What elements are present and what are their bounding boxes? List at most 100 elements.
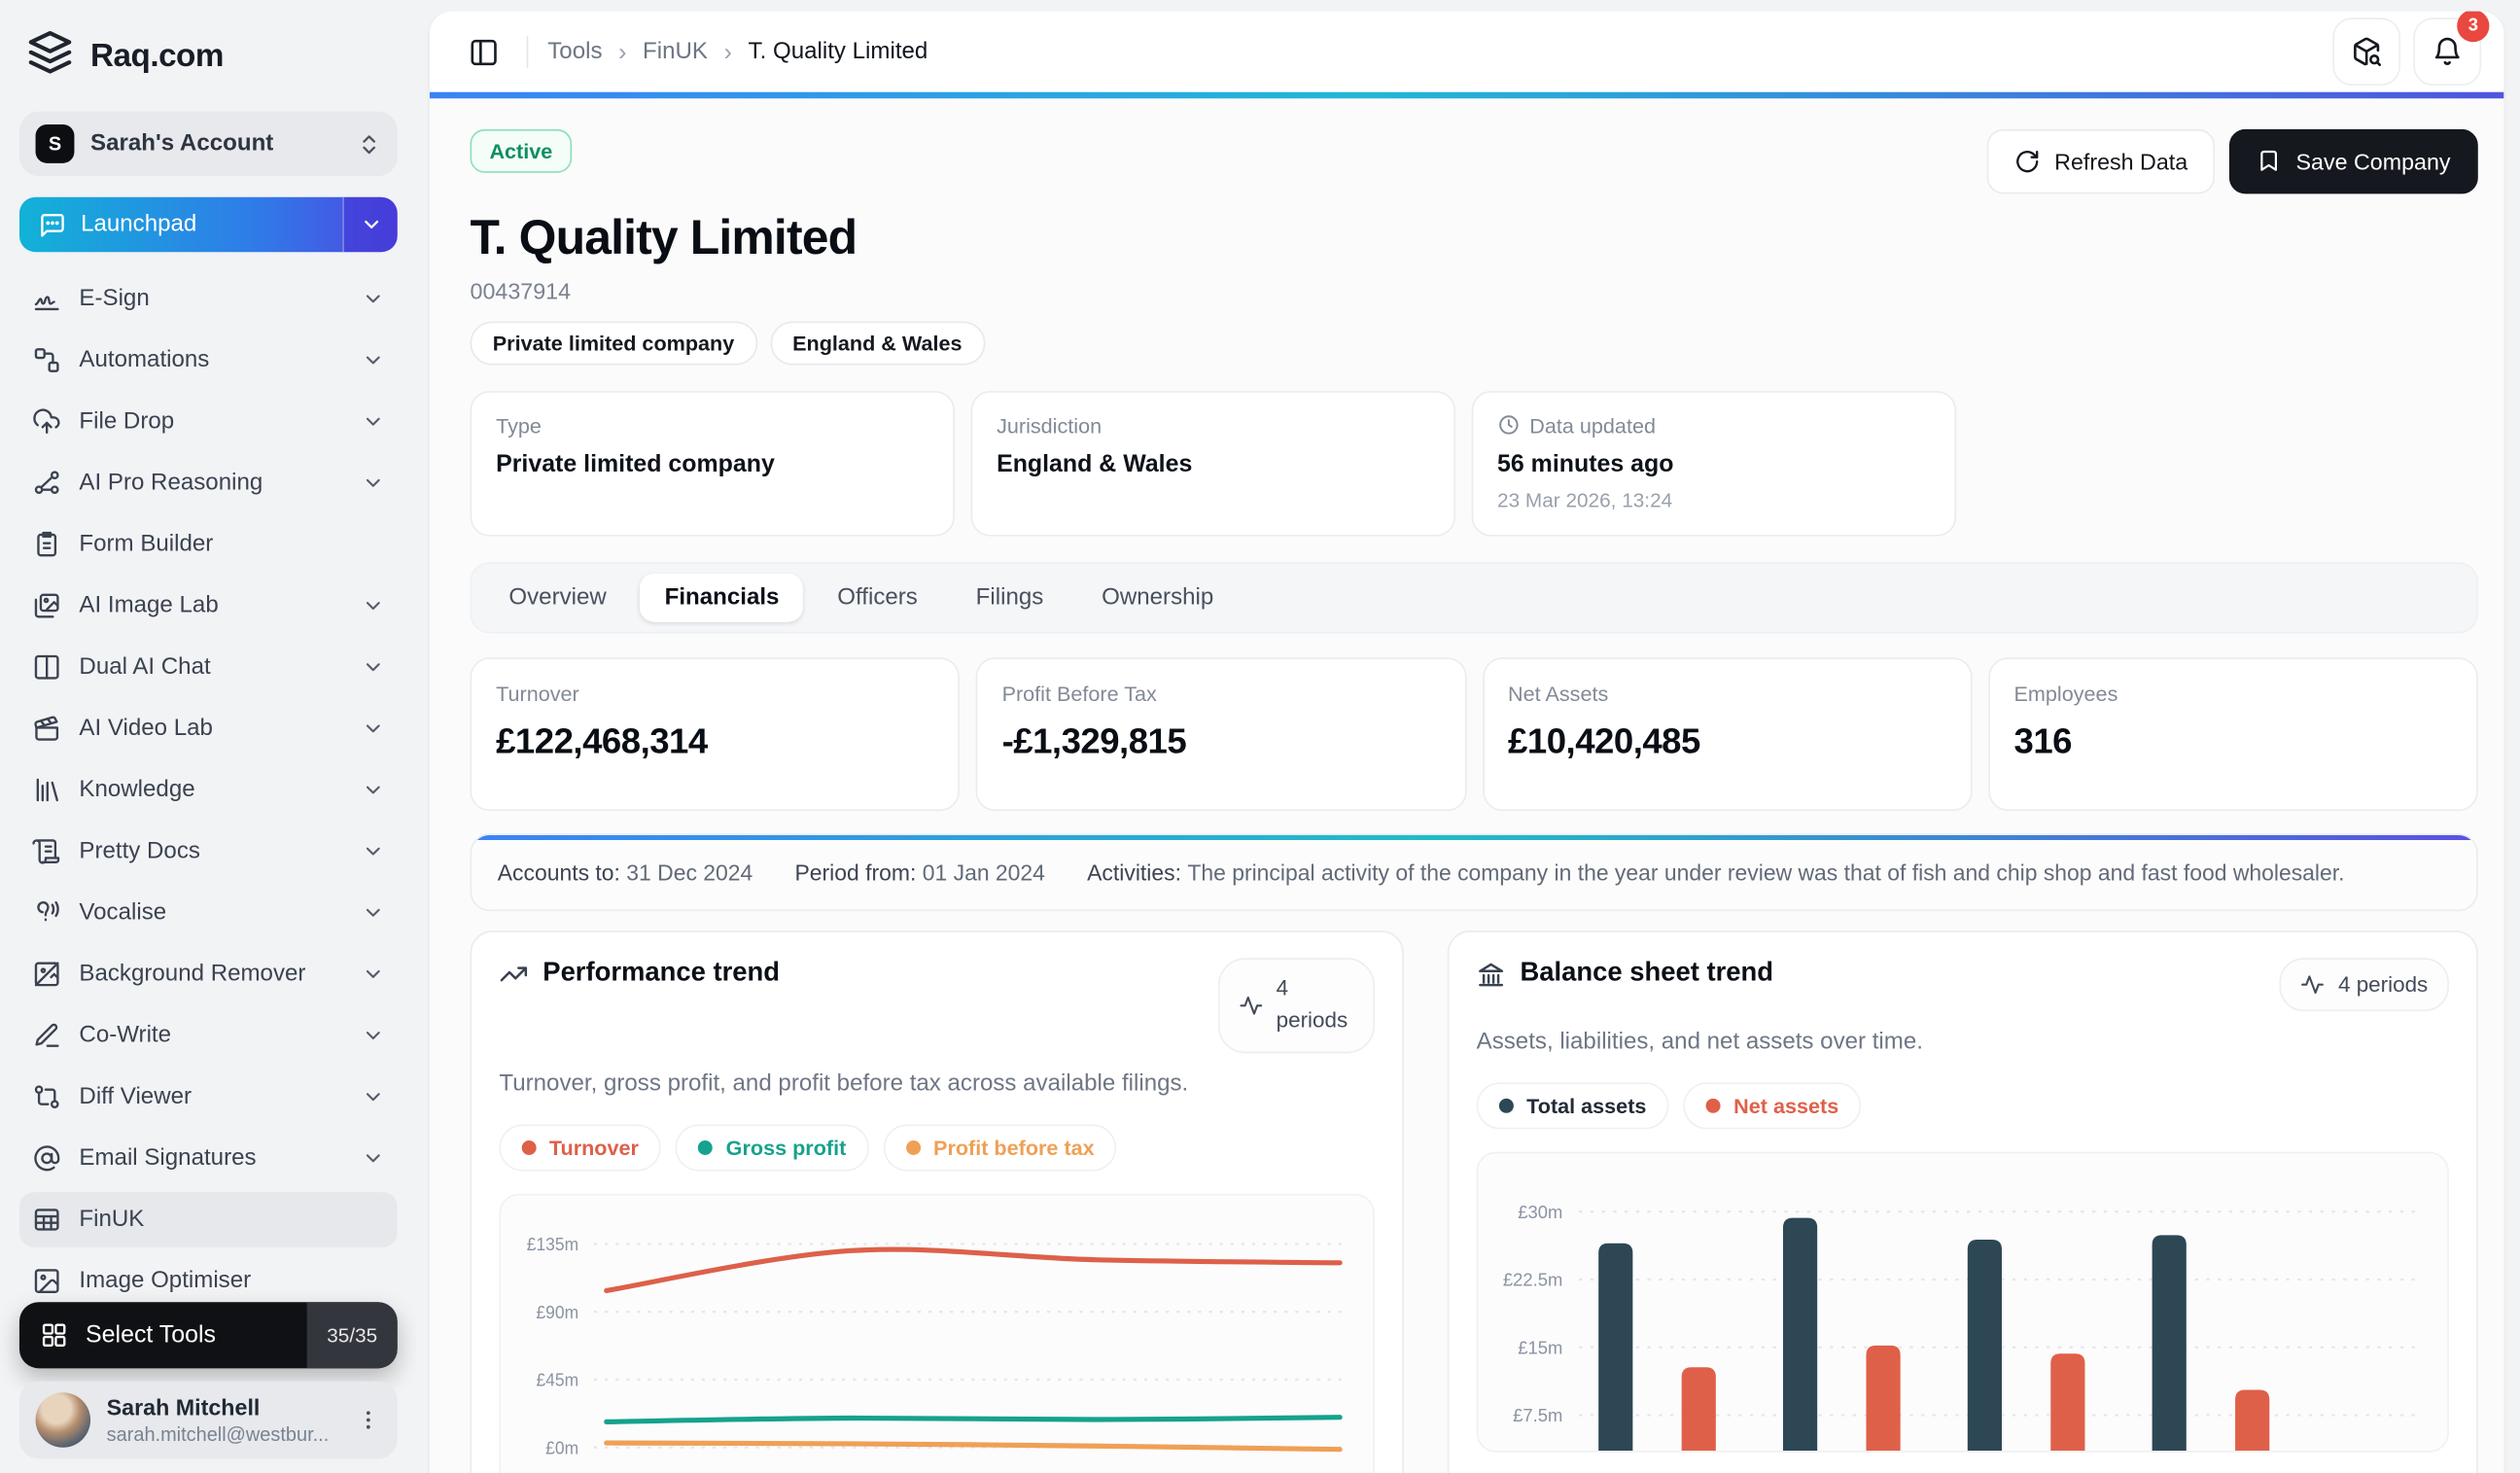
sidebar-item-co-write[interactable]: Co-Write xyxy=(19,1008,398,1063)
refresh-icon xyxy=(2014,148,2041,174)
stat-value: 316 xyxy=(2013,719,2073,760)
page-title: T. Quality Limited xyxy=(470,210,858,264)
select-tools-label: Select Tools xyxy=(86,1321,216,1350)
breadcrumb-tools[interactable]: Tools xyxy=(547,39,602,65)
stat-value: £122,468,314 xyxy=(496,719,708,760)
chevron-down-icon xyxy=(362,718,384,740)
chart-subtitle: Turnover, gross profit, and profit befor… xyxy=(499,1070,1189,1097)
main-panel: Tools › FinUK › T. Quality Limited 3 Act… xyxy=(429,11,2504,1473)
tab-financials[interactable]: Financials xyxy=(640,573,804,621)
info-label: Data updated xyxy=(1497,413,1930,437)
company-number: 00437914 xyxy=(470,276,572,303)
sidebar-item-file-drop[interactable]: File Drop xyxy=(19,394,398,448)
sidebar-item-label: Background Remover xyxy=(79,961,306,988)
launchpad-button[interactable]: Launchpad xyxy=(18,196,398,253)
chevron-right-icon: › xyxy=(723,38,732,66)
legend-chip-total-assets[interactable]: Total assets xyxy=(1476,1082,1669,1130)
legend-chip-turnover[interactable]: Turnover xyxy=(499,1123,662,1171)
sidebar-item-automations[interactable]: Automations xyxy=(19,333,398,387)
chevrons-up-down-icon xyxy=(357,131,381,156)
sidebar-item-label: FinUK xyxy=(79,1207,145,1233)
breadcrumb-finuk[interactable]: FinUK xyxy=(643,39,708,65)
tab-overview[interactable]: Overview xyxy=(484,573,630,621)
library-icon xyxy=(32,776,61,805)
legend-label: Gross profit xyxy=(725,1135,847,1160)
sidebar-item-diff-viewer[interactable]: Diff Viewer xyxy=(19,1070,398,1124)
sidebar-item-email-signatures[interactable]: Email Signatures xyxy=(19,1131,398,1185)
save-company-label: Save Company xyxy=(2295,148,2451,174)
info-value: England & Wales xyxy=(997,449,1193,477)
select-tools-count: 35/35 xyxy=(306,1302,398,1369)
scroll-icon xyxy=(32,837,61,866)
stat-card-profit-before-tax: Profit Before Tax -£1,329,815 xyxy=(975,656,1466,811)
sidebar-item-dual-ai-chat[interactable]: Dual AI Chat xyxy=(19,640,398,694)
sidebar-item-image-optimiser[interactable]: Image Optimiser xyxy=(19,1253,398,1308)
meta-item: Activities: The principal activity of th… xyxy=(1087,860,2345,886)
legend-label: Total assets xyxy=(1526,1093,1647,1118)
jurisdiction-badge: England & Wales xyxy=(769,320,985,365)
sidebar-item-label: AI Pro Reasoning xyxy=(79,470,263,497)
performance-legend: Turnover Gross profit Profit before tax xyxy=(499,1123,1375,1171)
sidebar-item-knowledge[interactable]: Knowledge xyxy=(19,762,398,817)
filing-meta-strip: Accounts to: 31 Dec 2024 Period from: 01 … xyxy=(470,832,2478,912)
account-avatar: S xyxy=(35,123,75,163)
stat-card-employees: Employees 316 xyxy=(1987,656,2478,811)
legend-label: Profit before tax xyxy=(933,1135,1095,1160)
svg-text:£135m: £135m xyxy=(527,1234,578,1253)
refresh-data-button[interactable]: Refresh Data xyxy=(1986,128,2216,193)
svg-text:£15m: £15m xyxy=(1518,1337,1562,1357)
tab-officers[interactable]: Officers xyxy=(813,573,941,621)
package-search-button[interactable] xyxy=(2332,18,2401,87)
notifications-button[interactable]: 3 xyxy=(2413,11,2490,87)
sidebar-item-background-remover[interactable]: Background Remover xyxy=(19,947,398,1001)
account-switcher[interactable]: S Sarah's Account xyxy=(18,111,398,177)
company-type-badge: Private limited company xyxy=(470,320,757,365)
topbar-actions: 3 xyxy=(2332,11,2490,87)
save-company-button[interactable]: Save Company xyxy=(2229,128,2478,193)
stat-label: Employees xyxy=(2013,681,2118,706)
sidebar-item-form-builder[interactable]: Form Builder xyxy=(19,517,398,572)
sidebar-bottom: Select Tools 35/35 Sarah Mitchell sarah.… xyxy=(18,1302,398,1459)
breadcrumb: Tools › FinUK › T. Quality Limited xyxy=(547,38,928,65)
app-root: Raq.com S Sarah's Account Launchpad E-Si… xyxy=(0,0,2520,1473)
legend-chip-gross-profit[interactable]: Gross profit xyxy=(676,1123,869,1171)
sidebar-item-finuk[interactable]: FinUK xyxy=(18,1192,398,1247)
launchpad-main[interactable]: Launchpad xyxy=(19,197,342,252)
table-icon xyxy=(32,1206,61,1235)
chart-subtitle: Assets, liabilities, and net assets over… xyxy=(1476,1029,1923,1055)
chevron-right-icon: › xyxy=(618,38,627,66)
at-sign-icon xyxy=(32,1143,61,1173)
sidebar-item-ai-pro-reasoning[interactable]: AI Pro Reasoning xyxy=(19,456,398,510)
kebab-menu-icon[interactable] xyxy=(356,1407,382,1433)
meta-item: Period from: 01 Jan 2024 xyxy=(794,860,1045,886)
sidebar-item-label: E-Sign xyxy=(79,286,150,312)
legend-dot xyxy=(1705,1098,1721,1113)
voice-icon xyxy=(32,898,61,928)
sidebar-item-ai-image-lab[interactable]: AI Image Lab xyxy=(19,579,398,633)
legend-chip-profit-before-tax[interactable]: Profit before tax xyxy=(883,1123,1117,1171)
user-card[interactable]: Sarah Mitchell sarah.mitchell@westbur... xyxy=(18,1381,398,1459)
user-name: Sarah Mitchell xyxy=(106,1394,261,1420)
sidebar-item-vocalise[interactable]: Vocalise xyxy=(19,886,398,940)
chevron-down-icon xyxy=(362,1086,384,1108)
sidebar-item-label: Email Signatures xyxy=(79,1145,257,1172)
tab-bar: Overview Financials Officers Filings Ownersh… xyxy=(470,561,2478,633)
info-sub: 23 Mar 2026, 13:24 xyxy=(1497,488,1673,511)
legend-chip-net-assets[interactable]: Net assets xyxy=(1683,1082,1862,1130)
sidebar-toggle-button[interactable] xyxy=(459,27,508,76)
sidebar-item-e-sign[interactable]: E-Sign xyxy=(19,271,398,326)
chevron-down-icon xyxy=(362,288,384,310)
info-value: Private limited company xyxy=(496,449,775,477)
sidebar-item-pretty-docs[interactable]: Pretty Docs xyxy=(19,824,398,878)
stat-value: £10,420,485 xyxy=(1508,719,1700,760)
info-card-updated: Data updated 56 minutes ago 23 Mar 2026,… xyxy=(1471,390,1956,536)
bookmark-icon xyxy=(2258,149,2282,173)
charts-row: Performance trend 4 periods Turnover, gr… xyxy=(470,930,2478,1473)
info-label: Jurisdiction xyxy=(997,412,1102,438)
brand-name: Raq.com xyxy=(90,38,224,75)
sidebar-item-ai-video-lab[interactable]: AI Video Lab xyxy=(19,701,398,755)
launchpad-expand-button[interactable] xyxy=(342,196,398,253)
tab-ownership[interactable]: Ownership xyxy=(1077,573,1238,621)
select-tools-button[interactable]: Select Tools 35/35 xyxy=(18,1302,398,1369)
tab-filings[interactable]: Filings xyxy=(952,573,1068,621)
